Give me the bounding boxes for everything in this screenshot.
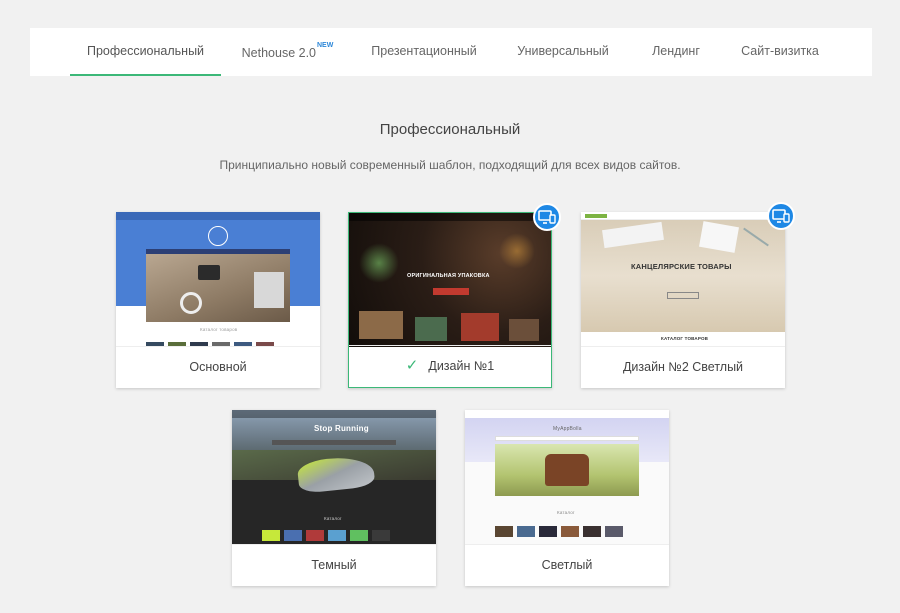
template-card-design-2-light[interactable]: КАНЦЕЛЯРСКИЕ ТОВАРЫ КАТАЛОГ ТОВАРОВ Диза… xyxy=(581,202,795,388)
template-name-text: Дизайн №1 xyxy=(428,359,495,373)
template-preview: MyAppBolla Каталог xyxy=(465,410,669,544)
monitor-phone-icon xyxy=(772,209,790,223)
tab-label: Nethouse 2.0 xyxy=(241,46,316,61)
section-title: Профессиональный xyxy=(379,121,521,138)
tab-label: Универсальный xyxy=(517,44,609,58)
template-name: Дизайн №2 Светлый xyxy=(581,346,785,388)
tab-label: Лендинг xyxy=(652,44,700,58)
preview-caption: Каталог xyxy=(324,516,342,521)
template-name: Основной xyxy=(116,346,320,388)
template-name: ✓ Дизайн №1 xyxy=(349,345,551,387)
template-preview: ОРИГИНАЛЬНАЯ УПАКОВКА xyxy=(349,213,551,347)
template-name-text: Основной xyxy=(189,360,247,374)
template-name-text: Дизайн №2 Светлый xyxy=(622,360,744,374)
tab-nethouse-2[interactable]: Nethouse 2.0NEW xyxy=(236,28,338,76)
template-card-dark[interactable]: Stop Running Каталог Темный xyxy=(232,410,436,586)
template-preview: Каталог товаров xyxy=(116,212,320,346)
template-preview: Stop Running Каталог xyxy=(232,410,436,544)
tab-label: Профессиональный xyxy=(86,44,205,58)
new-badge: NEW xyxy=(317,42,334,49)
template-name-text: Светлый xyxy=(541,558,593,572)
preview-logo: MyAppBolla xyxy=(553,426,582,432)
tab-business-card[interactable]: Сайт-визитка xyxy=(730,28,830,76)
tab-presentation[interactable]: Презентационный xyxy=(365,28,483,76)
preview-headline: Stop Running xyxy=(314,424,369,433)
monitor-phone-icon xyxy=(538,210,556,224)
adaptive-design-icon xyxy=(767,202,795,230)
preview-caption: Каталог xyxy=(557,510,575,515)
template-card-light[interactable]: MyAppBolla Каталог Светлый xyxy=(465,410,669,586)
template-name: Темный xyxy=(232,544,436,586)
adaptive-design-icon xyxy=(533,203,561,231)
tab-landing[interactable]: Лендинг xyxy=(636,28,716,76)
section-description: Принципиально новый современный шаблон, … xyxy=(219,158,681,172)
tab-universal[interactable]: Универсальный xyxy=(508,28,618,76)
template-name: Светлый xyxy=(465,544,669,586)
template-category-tabs: Профессиональный Nethouse 2.0NEW Презент… xyxy=(30,28,872,76)
tab-professional[interactable]: Профессиональный xyxy=(70,28,221,76)
preview-caption: Каталог товаров xyxy=(200,327,238,332)
preview-caption: КАТАЛОГ ТОВАРОВ xyxy=(661,336,709,341)
template-preview: КАНЦЕЛЯРСКИЕ ТОВАРЫ КАТАЛОГ ТОВАРОВ xyxy=(581,212,785,346)
template-card-design-1[interactable]: ОРИГИНАЛЬНАЯ УПАКОВКА ✓ Дизайн №1 xyxy=(348,203,561,388)
preview-headline: КАНЦЕЛЯРСКИЕ ТОВАРЫ xyxy=(631,262,732,271)
template-card-basic[interactable]: Каталог товаров Основной xyxy=(116,212,320,388)
tab-label: Сайт-визитка xyxy=(741,44,819,58)
tab-label: Презентационный xyxy=(371,44,477,58)
selected-check-icon: ✓ xyxy=(405,357,419,374)
preview-headline: ОРИГИНАЛЬНАЯ УПАКОВКА xyxy=(407,273,490,279)
template-name-text: Темный xyxy=(311,558,357,572)
